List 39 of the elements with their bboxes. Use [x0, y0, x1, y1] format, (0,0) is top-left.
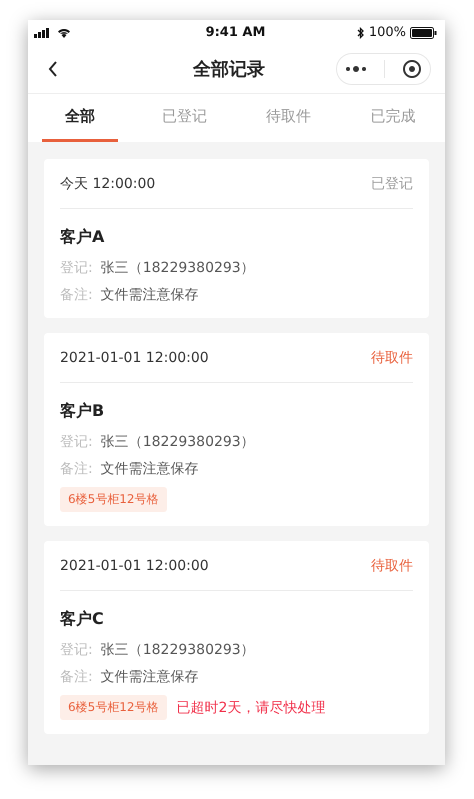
field-value: 张三（18229380293）	[100, 433, 255, 451]
back-icon	[48, 61, 58, 77]
record-status: 待取件	[371, 348, 413, 366]
filter-tab[interactable]: 已登记	[146, 94, 222, 142]
battery-percent: 100%	[368, 25, 406, 40]
filter-tab[interactable]: 待取件	[250, 94, 327, 142]
field-label: 备注:	[60, 286, 93, 304]
page-title: 全部记录	[193, 58, 265, 81]
close-button[interactable]	[402, 59, 422, 79]
more-button[interactable]	[345, 65, 368, 73]
field-label: 登记:	[60, 433, 93, 451]
field-value: 张三（18229380293）	[100, 641, 255, 659]
location-tag: 6楼5号柜12号格	[60, 487, 167, 512]
target-icon	[402, 59, 422, 79]
filter-tab[interactable]: 已完成	[354, 94, 431, 142]
record-time: 2021-01-01 12:00:00	[60, 350, 209, 366]
customer-name: 客户C	[60, 609, 105, 630]
field-label: 登记:	[60, 259, 93, 277]
record-time: 2021-01-01 12:00:00	[60, 558, 209, 574]
record-status: 待取件	[371, 556, 413, 574]
field-label: 备注:	[60, 460, 93, 478]
field-value: 张三（18229380293）	[100, 259, 255, 277]
field-value: 文件需注意保存	[100, 668, 199, 686]
field-value: 文件需注意保存	[100, 286, 199, 304]
more-icon	[345, 65, 368, 73]
field-value: 文件需注意保存	[100, 460, 199, 478]
location-tag: 6楼5号柜12号格	[60, 695, 167, 720]
field-label: 备注:	[60, 668, 93, 686]
field-label: 登记:	[60, 641, 93, 659]
record-time: 今天 12:00:00	[60, 174, 156, 192]
customer-name: 客户B	[60, 401, 106, 422]
filter-tab[interactable]: 全部	[42, 94, 118, 142]
bluetooth-icon	[356, 26, 365, 38]
record-status: 已登记	[371, 174, 413, 192]
customer-name: 客户A	[60, 227, 106, 248]
overdue-warning: 已超时2天，请尽快处理	[176, 698, 326, 716]
status-time: 9:41 AM	[206, 25, 266, 40]
battery-icon	[410, 26, 437, 38]
wifi-icon	[57, 28, 71, 38]
